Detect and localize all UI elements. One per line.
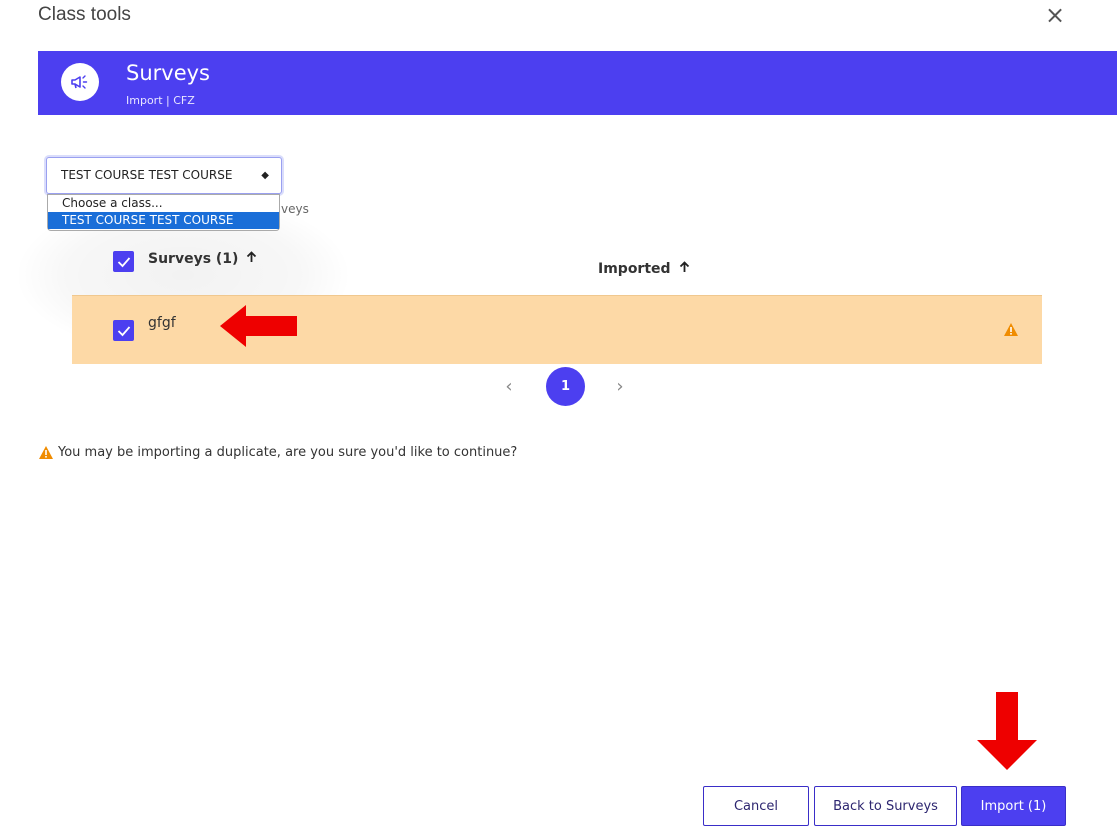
red-arrow-down-icon	[977, 692, 1037, 775]
dropdown-option[interactable]: Choose a class...	[48, 195, 279, 212]
pager-page-button[interactable]: 1	[546, 367, 585, 406]
warning-icon	[39, 446, 53, 459]
banner-title: Surveys	[126, 61, 210, 85]
close-icon[interactable]: ×	[1040, 2, 1070, 28]
duplicate-warning-text: You may be importing a duplicate, are yo…	[58, 445, 518, 460]
import-button[interactable]: Import (1)	[961, 786, 1066, 826]
column-header-imported[interactable]: Imported	[598, 261, 690, 277]
obscured-label: veys	[281, 202, 309, 216]
checkmark-icon	[117, 325, 130, 336]
dialog-title: Class tools	[38, 4, 131, 25]
pager-next-button[interactable]: ›	[610, 374, 630, 398]
column-header-surveys-label: Surveys (1)	[148, 251, 239, 267]
class-dropdown-list: Choose a class... TEST COURSE TEST COURS…	[47, 194, 280, 231]
banner-subtitle: Import | CFZ	[126, 94, 195, 107]
back-to-surveys-button[interactable]: Back to Surveys	[814, 786, 957, 826]
sort-arrow-icon	[246, 251, 257, 267]
warning-icon	[1003, 322, 1019, 342]
cancel-button[interactable]: Cancel	[703, 786, 809, 826]
dropdown-option-selected[interactable]: TEST COURSE TEST COURSE	[48, 212, 279, 229]
column-header-surveys[interactable]: Surveys (1)	[148, 251, 257, 267]
column-header-imported-label: Imported	[598, 261, 671, 277]
select-all-checkbox[interactable]	[113, 251, 134, 272]
class-select[interactable]: TEST COURSE TEST COURSE ◆	[46, 157, 282, 194]
class-select-value: TEST COURSE TEST COURSE	[61, 168, 233, 182]
checkmark-icon	[117, 256, 130, 267]
megaphone-icon	[61, 63, 99, 101]
surveys-banner: Surveys Import | CFZ	[38, 51, 1117, 115]
row-checkbox[interactable]	[113, 320, 134, 341]
red-arrow-left-icon	[220, 305, 298, 352]
select-caret-icon: ◆	[261, 170, 269, 181]
duplicate-warning: You may be importing a duplicate, are yo…	[38, 445, 517, 460]
survey-name: gfgf	[148, 315, 176, 331]
table-row[interactable]: gfgf	[72, 295, 1042, 364]
pager-prev-button[interactable]: ‹	[499, 374, 519, 398]
sort-arrow-icon	[679, 261, 690, 277]
